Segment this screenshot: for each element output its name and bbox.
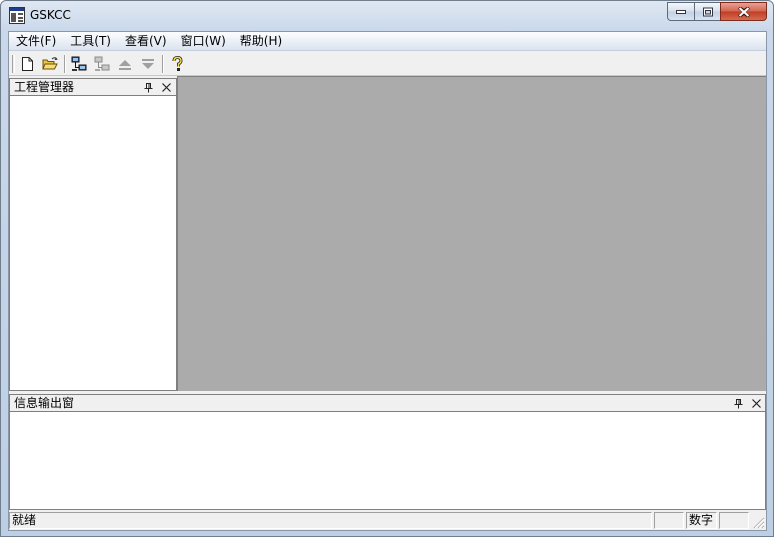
status-pane-empty — [654, 512, 684, 529]
menu-view[interactable]: 查看(V) — [118, 32, 174, 50]
project-panel-header[interactable]: 工程管理器 — [10, 79, 176, 96]
toolbar — [9, 52, 766, 76]
open-button[interactable] — [40, 55, 60, 73]
project-panel-title: 工程管理器 — [14, 80, 75, 94]
num-lock-indicator: 数字 — [686, 512, 717, 529]
toolbar-separator — [162, 55, 164, 73]
project-manager-panel[interactable]: 工程管理器 — [9, 78, 177, 391]
caption-buttons — [667, 2, 767, 21]
menu-file[interactable]: 文件(F) — [9, 32, 63, 50]
disconnect-icon — [94, 56, 110, 71]
close-button[interactable] — [720, 2, 767, 21]
status-text: 就绪 — [9, 512, 652, 529]
connect-button[interactable] — [69, 55, 89, 73]
menu-window[interactable]: 窗口(W) — [174, 32, 233, 50]
close-icon — [737, 6, 750, 17]
help-button[interactable] — [167, 55, 187, 73]
new-file-icon — [22, 57, 33, 71]
app-icon[interactable] — [9, 7, 25, 24]
upload-button[interactable] — [115, 55, 135, 73]
restore-icon — [702, 7, 713, 16]
restore-button[interactable] — [694, 2, 720, 21]
download-button[interactable] — [138, 55, 158, 73]
client-area: 文件(F) 工具(T) 查看(V) 窗口(W) 帮助(H) 工程管理器 信息输出… — [8, 31, 767, 531]
pin-icon[interactable] — [733, 398, 744, 409]
open-folder-icon — [42, 57, 58, 70]
panel-close-icon[interactable] — [751, 398, 762, 409]
app-window: GSKCC 文件(F) 工具(T) 查看(V) 窗口(W) 帮助(H) 工程管理… — [0, 0, 774, 537]
toolbar-grip[interactable] — [12, 55, 15, 73]
menu-tools[interactable]: 工具(T) — [63, 32, 118, 50]
window-title: GSKCC — [30, 8, 71, 22]
minimize-button[interactable] — [667, 2, 694, 21]
download-icon — [142, 59, 154, 69]
minimize-icon — [676, 9, 686, 14]
panel-close-icon[interactable] — [161, 82, 172, 93]
disconnect-button[interactable] — [92, 55, 112, 73]
status-bar: 就绪 数字 — [9, 511, 766, 530]
output-panel[interactable]: 信息输出窗 — [9, 394, 766, 510]
upload-icon — [119, 60, 131, 70]
mdi-workspace[interactable] — [177, 76, 766, 391]
status-pane-empty — [719, 512, 749, 529]
pin-icon[interactable] — [143, 82, 154, 93]
menu-help[interactable]: 帮助(H) — [233, 32, 289, 50]
toolbar-separator — [64, 55, 66, 73]
resize-grip-icon[interactable] — [751, 515, 765, 529]
output-panel-header[interactable]: 信息输出窗 — [10, 395, 765, 412]
new-file-button[interactable] — [17, 55, 37, 73]
connect-icon — [71, 56, 87, 71]
help-icon — [172, 56, 183, 71]
title-bar[interactable]: GSKCC — [1, 1, 773, 31]
menu-bar: 文件(F) 工具(T) 查看(V) 窗口(W) 帮助(H) — [9, 32, 766, 51]
output-panel-title: 信息输出窗 — [14, 396, 75, 410]
